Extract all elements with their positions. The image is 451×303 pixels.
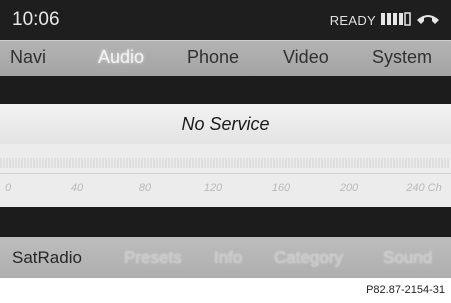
audio-screen: 10:06 READY Navi Audio Phone Video Syste… [0,0,451,278]
scale-label: 80 [138,182,152,194]
status-bar: 10:06 READY [0,0,451,40]
scale-label: 120 [203,182,223,194]
scale-label: 160 [271,182,291,194]
station-info-band: No Service [0,104,451,144]
submenu-item-sound[interactable]: Sound [383,248,432,268]
scale-label: 40 [70,182,84,194]
menu-item-navi[interactable]: Navi [10,47,46,68]
phone-handset-icon [417,15,439,24]
menu-item-phone[interactable]: Phone [187,47,239,68]
scale-label: 0 [4,182,12,194]
figure-reference: P82.87-2154-31 [366,284,445,296]
menu-item-video[interactable]: Video [283,47,329,68]
scale-label: 200 [339,182,359,194]
sub-menu: SatRadio Presets Info Category Sound [0,237,451,278]
submenu-item-category[interactable]: Category [274,248,343,268]
signal-strength-icon [381,12,411,26]
channel-scale[interactable]: 0 40 80 120 160 200 240 Ch [0,144,451,207]
submenu-item-info[interactable]: Info [214,248,242,268]
menu-item-system[interactable]: System [372,47,432,68]
channel-scale-ticks [0,158,449,168]
main-menu: Navi Audio Phone Video System [0,40,451,76]
submenu-item-satradio[interactable]: SatRadio [12,248,82,268]
service-status-text: No Service [181,114,270,134]
submenu-item-presets[interactable]: Presets [124,248,182,268]
scale-label: 240 Ch [406,182,442,194]
status-text: READY [329,13,376,28]
menu-item-audio[interactable]: Audio [98,47,144,68]
channel-scale-line [0,173,451,174]
clock: 10:06 [12,9,60,30]
